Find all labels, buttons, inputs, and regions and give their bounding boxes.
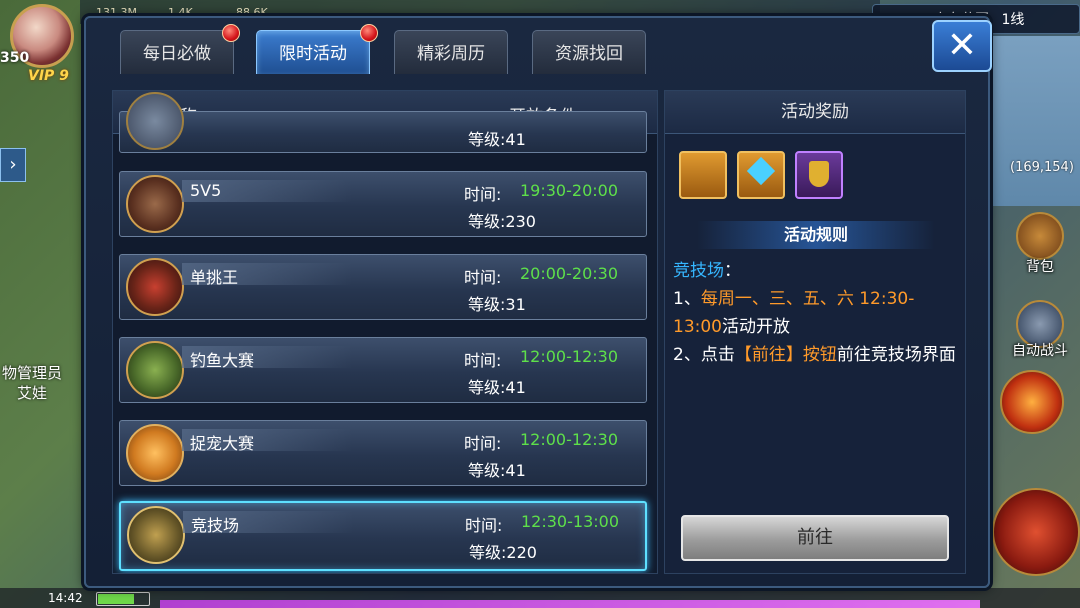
rule1-highlight: 每周一、三、五、六 12:30-13:00: [673, 289, 915, 337]
skill-fire-icon[interactable]: [1000, 370, 1064, 434]
activity-name: 捉宠大赛: [190, 434, 255, 453]
rules-text: 竞技场： 1、每周一、三、五、六 12:30-13:00活动开放 2、点击【前往…: [673, 257, 961, 369]
rules-colon: ：: [724, 261, 741, 281]
npc-name-line2: 艾娃: [16, 384, 47, 402]
fox-pet-icon: [126, 424, 184, 482]
reward-title: 活动奖励: [665, 91, 965, 134]
map-coords: (169,154): [1010, 160, 1074, 175]
list-item[interactable]: 等级:41: [119, 92, 647, 153]
go-button[interactable]: 前往: [681, 515, 949, 561]
activity-time: 12:30-13:00: [521, 512, 619, 531]
activity-condition: 等级:220: [469, 543, 537, 562]
partial-activity-icon: [126, 92, 184, 150]
rule2-prefix: 2、点击: [673, 345, 735, 365]
crossed-fists-icon: [126, 175, 184, 233]
rule1-prefix: 1、: [673, 289, 701, 309]
arena-shield-icon: [127, 506, 185, 564]
activity-condition: 等级:41: [468, 130, 526, 149]
activity-time: 12:00-12:30: [520, 347, 618, 366]
activity-time: 20:00-20:30: [520, 264, 618, 283]
time-label: 时间:: [465, 516, 503, 535]
rule2-suffix: 前往竞技场界面: [836, 345, 956, 365]
server-line: 1线: [1001, 12, 1025, 28]
activity-list-panel: 活动名称 开放条件 等级:41 5V5 时间: 19:30-20:00 等级:2…: [112, 90, 658, 574]
rules-banner: 活动规则: [697, 221, 935, 249]
battery-icon: [96, 592, 150, 606]
activity-condition: 等级:31: [468, 295, 526, 314]
rule2-highlight: 【前往】按钮: [734, 345, 837, 365]
activity-time: 19:30-20:00: [520, 181, 618, 200]
experience-bar: [160, 600, 980, 608]
close-icon[interactable]: ✕: [932, 20, 992, 72]
time-label: 时间:: [464, 185, 502, 204]
gold-coins-icon[interactable]: [679, 151, 727, 199]
diamond-bag-icon[interactable]: [737, 151, 785, 199]
player-level: 350: [0, 50, 30, 66]
activity-condition: 等级:230: [468, 212, 536, 231]
activity-name: 单挑王: [190, 268, 239, 287]
activity-name: 5V5: [190, 181, 222, 200]
backpack-label: 背包: [1026, 259, 1054, 275]
fish-icon: [126, 341, 184, 399]
time-label: 时间:: [464, 268, 502, 287]
tab-weekly-calendar[interactable]: 精彩周历: [394, 30, 508, 74]
rules-heading: 竞技场: [673, 261, 724, 281]
time-label: 时间:: [464, 434, 502, 453]
tab-resource-recovery[interactable]: 资源找回: [532, 30, 646, 74]
activity-time: 12:00-12:30: [520, 430, 618, 449]
tab-limited-events[interactable]: 限时活动: [256, 30, 370, 74]
list-item-pet-catch[interactable]: 捉宠大赛 时间: 12:00-12:30 等级:41: [119, 420, 647, 486]
list-item-fishing[interactable]: 钓鱼大赛 时间: 12:00-12:30 等级:41: [119, 337, 647, 403]
tab-daily[interactable]: 每日必做: [120, 30, 234, 74]
gold-shield-icon[interactable]: [795, 151, 843, 199]
crown-swords-icon: [126, 258, 184, 316]
activity-condition: 等级:41: [468, 378, 526, 397]
activity-name: 竞技场: [191, 516, 240, 535]
time-label: 时间:: [464, 351, 502, 370]
list-item-5v5[interactable]: 5V5 时间: 19:30-20:00 等级:230: [119, 171, 647, 237]
backpack-icon[interactable]: [1016, 212, 1064, 260]
expand-arrow-icon[interactable]: ›: [0, 148, 26, 182]
list-item-duel-king[interactable]: 单挑王 时间: 20:00-20:30 等级:31: [119, 254, 647, 320]
activity-condition: 等级:41: [468, 461, 526, 480]
reward-panel: 活动奖励 活动规则 竞技场： 1、每周一、三、五、六 12:30-13:00活动…: [664, 90, 966, 574]
rule1-suffix: 活动开放: [722, 317, 790, 337]
clock: 14:42: [48, 591, 83, 605]
notification-dot-icon: [360, 24, 378, 42]
auto-battle-label: 自动战斗: [1012, 343, 1068, 359]
vip-badge[interactable]: VIP 9: [28, 68, 69, 84]
activity-name: 钓鱼大赛: [190, 351, 255, 370]
notification-dot-icon: [222, 24, 240, 42]
list-item-arena[interactable]: 竞技场 时间: 12:30-13:00 等级:220: [119, 501, 647, 571]
attack-button-icon[interactable]: [992, 488, 1080, 576]
npc-name-line1: 物管理员: [1, 364, 62, 382]
minimap[interactable]: [990, 36, 1080, 206]
